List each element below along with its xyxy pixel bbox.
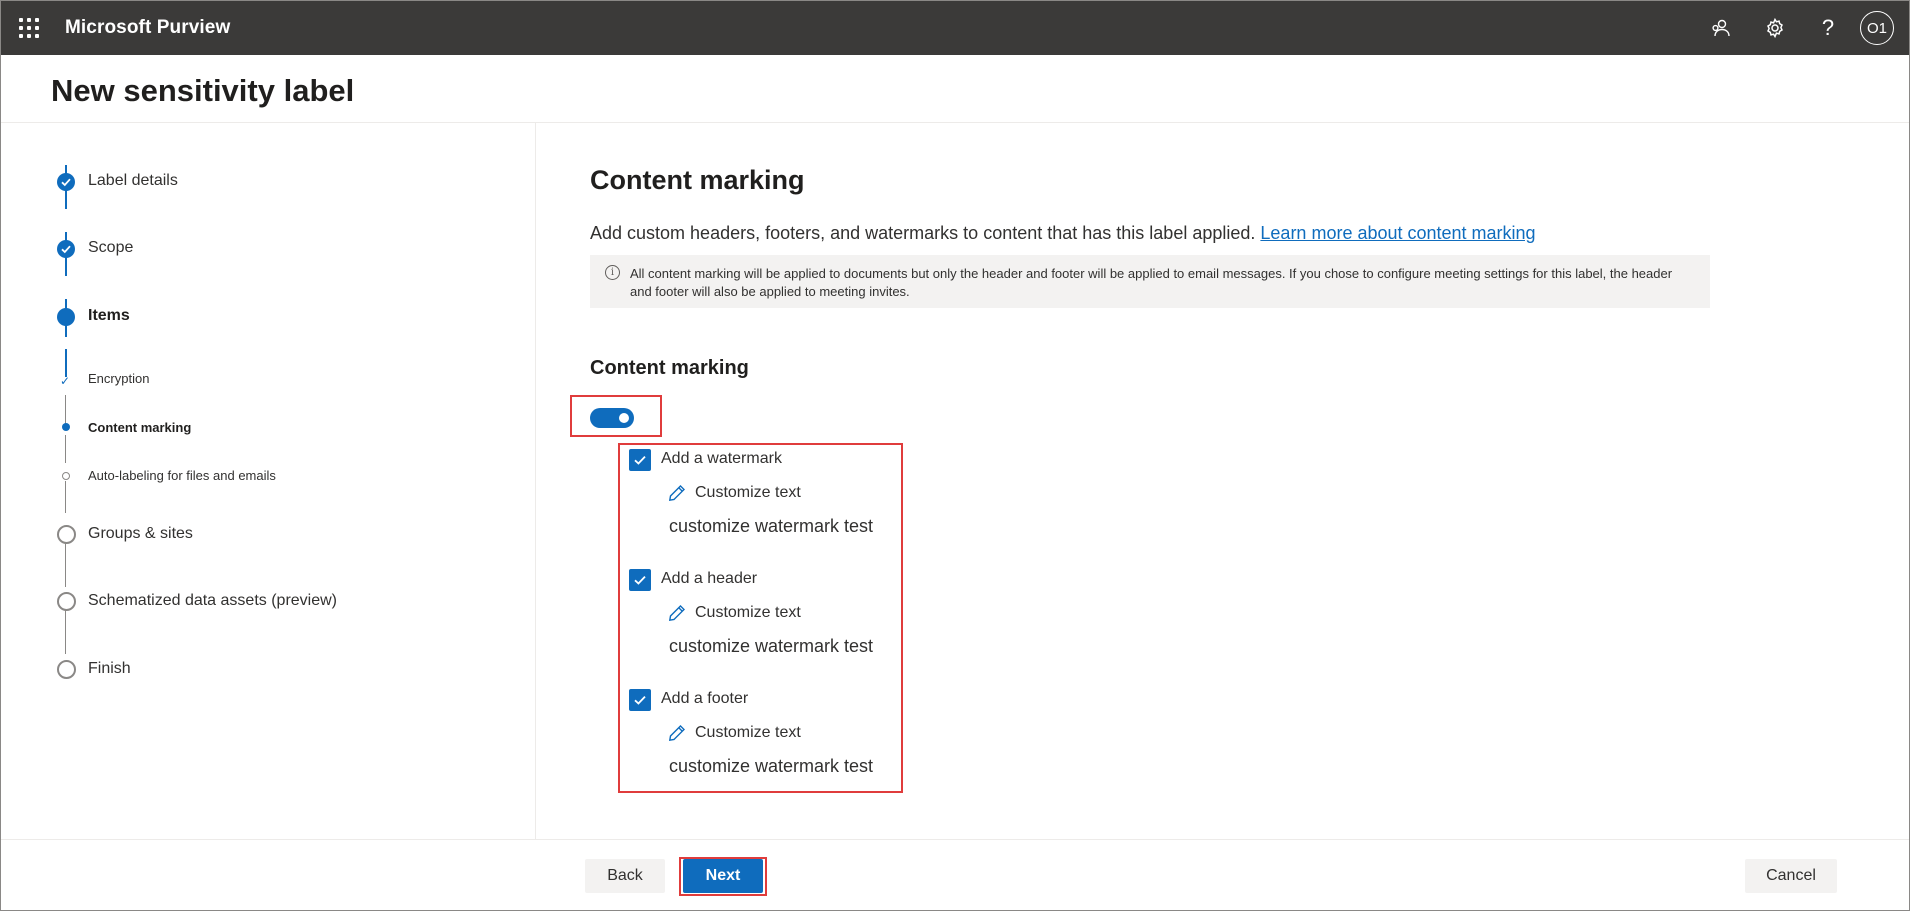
substep-pending-icon bbox=[62, 472, 70, 480]
step-complete-icon bbox=[57, 173, 75, 191]
top-bar: Microsoft Purview ? O1 bbox=[1, 1, 1909, 55]
section-heading: Content marking bbox=[590, 165, 805, 195]
content-panel: Content marking Add custom headers, foot… bbox=[570, 123, 1790, 839]
customize-text-label: Customize text bbox=[695, 724, 801, 741]
step-items[interactable]: Items bbox=[88, 307, 130, 325]
gear-icon[interactable] bbox=[1761, 14, 1789, 42]
step-groups-sites[interactable]: Groups & sites bbox=[88, 525, 193, 543]
footer-text-value: customize watermark test bbox=[669, 756, 874, 776]
pencil-icon bbox=[668, 605, 685, 622]
info-banner: i All content marking will be applied to… bbox=[590, 255, 1710, 308]
info-icon: i bbox=[605, 265, 620, 280]
page-header: New sensitivity label bbox=[1, 55, 1909, 123]
step-connector bbox=[65, 610, 66, 654]
page-title: New sensitivity label bbox=[51, 73, 355, 108]
wizard-steps: Label details Scope Items ✓ Encryption C… bbox=[1, 123, 536, 839]
toggle-knob bbox=[619, 413, 629, 423]
info-text: All content marking will be applied to d… bbox=[630, 266, 1673, 299]
watermark-label: Add a watermark bbox=[661, 450, 782, 467]
description-text: Add custom headers, footers, and waterma… bbox=[590, 223, 1256, 243]
step-schematized-data[interactable]: Schematized data assets (preview) bbox=[88, 592, 337, 610]
pencil-icon bbox=[668, 725, 685, 742]
step-connector bbox=[65, 543, 66, 587]
substep-content-marking[interactable]: Content marking bbox=[88, 420, 191, 435]
step-scope[interactable]: Scope bbox=[88, 239, 133, 257]
learn-more-link[interactable]: Learn more about content marking bbox=[1260, 223, 1535, 243]
customize-text-label: Customize text bbox=[695, 604, 801, 621]
waffle-icon[interactable] bbox=[19, 18, 39, 38]
footer-checkbox[interactable] bbox=[629, 689, 651, 711]
header-text-value: customize watermark test bbox=[669, 636, 874, 656]
substep-auto-labeling[interactable]: Auto-labeling for files and emails bbox=[88, 468, 276, 483]
next-button[interactable]: Next bbox=[683, 859, 763, 893]
back-button[interactable]: Back bbox=[585, 859, 665, 893]
pencil-icon bbox=[668, 485, 685, 502]
substep-check-icon: ✓ bbox=[60, 374, 71, 388]
cancel-button[interactable]: Cancel bbox=[1745, 859, 1837, 893]
header-checkbox[interactable] bbox=[629, 569, 651, 591]
step-connector bbox=[65, 481, 66, 513]
step-pending-icon bbox=[57, 525, 76, 544]
step-label-details[interactable]: Label details bbox=[88, 172, 178, 190]
subsection-heading: Content marking bbox=[590, 357, 749, 379]
avatar[interactable]: O1 bbox=[1860, 11, 1894, 45]
step-complete-icon bbox=[57, 240, 75, 258]
step-current-icon bbox=[57, 308, 75, 326]
app-window: Microsoft Purview ? O1 New sensitivity l… bbox=[0, 0, 1910, 911]
substep-current-icon bbox=[62, 423, 70, 431]
step-finish[interactable]: Finish bbox=[88, 660, 131, 678]
step-connector bbox=[65, 435, 66, 463]
content-marking-toggle[interactable] bbox=[590, 408, 634, 428]
wizard-footer: Back Next Cancel bbox=[1, 839, 1909, 910]
app-name[interactable]: Microsoft Purview bbox=[65, 17, 230, 39]
substep-encryption[interactable]: Encryption bbox=[88, 371, 149, 386]
people-icon[interactable] bbox=[1707, 14, 1735, 42]
footer-label: Add a footer bbox=[661, 690, 749, 707]
help-icon[interactable]: ? bbox=[1814, 14, 1842, 42]
watermark-text-value: customize watermark test bbox=[669, 516, 874, 536]
header-label: Add a header bbox=[661, 570, 758, 587]
step-connector bbox=[65, 349, 67, 377]
watermark-checkbox[interactable] bbox=[629, 449, 651, 471]
step-pending-icon bbox=[57, 660, 76, 679]
step-pending-icon bbox=[57, 592, 76, 611]
customize-text-label: Customize text bbox=[695, 484, 801, 501]
section-description: Add custom headers, footers, and waterma… bbox=[590, 223, 1536, 244]
